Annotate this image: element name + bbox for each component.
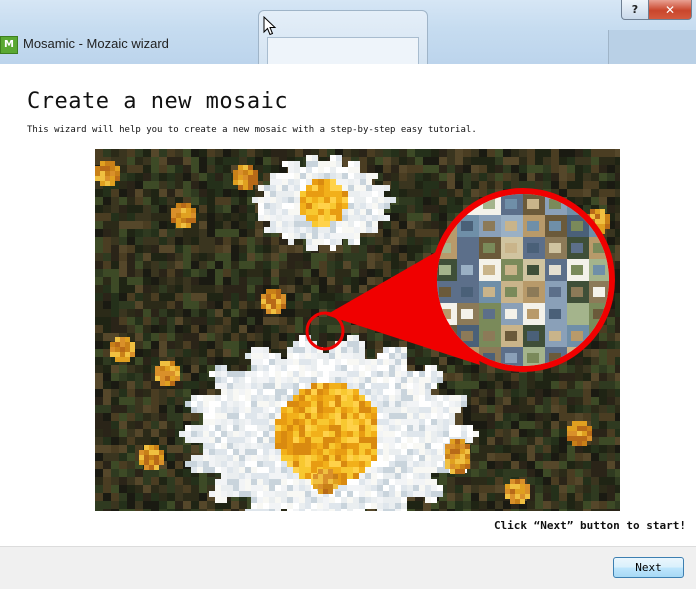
caption-buttons: ? ✕ xyxy=(621,0,692,21)
mouse-cursor-icon xyxy=(263,16,277,36)
help-icon: ? xyxy=(631,3,639,16)
background-window xyxy=(258,10,428,64)
help-button[interactable]: ? xyxy=(621,0,649,20)
close-button[interactable]: ✕ xyxy=(649,0,692,20)
next-button[interactable]: Next xyxy=(613,557,684,578)
wizard-footer: Next xyxy=(0,546,696,589)
start-hint: Click “Next” button to start! xyxy=(493,519,686,532)
app-icon: M xyxy=(0,36,18,54)
window-title: Mosamic - Mozaic wizard xyxy=(23,36,169,51)
close-icon: ✕ xyxy=(664,2,676,17)
title-bar[interactable]: M Mosamic - Mozaic wizard ? ✕ xyxy=(0,0,696,64)
wizard-page: Create a new mosaic This wizard will hel… xyxy=(0,64,696,546)
page-title: Create a new mosaic xyxy=(27,89,289,114)
mosaic-preview-image xyxy=(95,149,620,511)
page-description: This wizard will help you to create a ne… xyxy=(27,125,477,135)
background-window-right xyxy=(608,30,696,64)
